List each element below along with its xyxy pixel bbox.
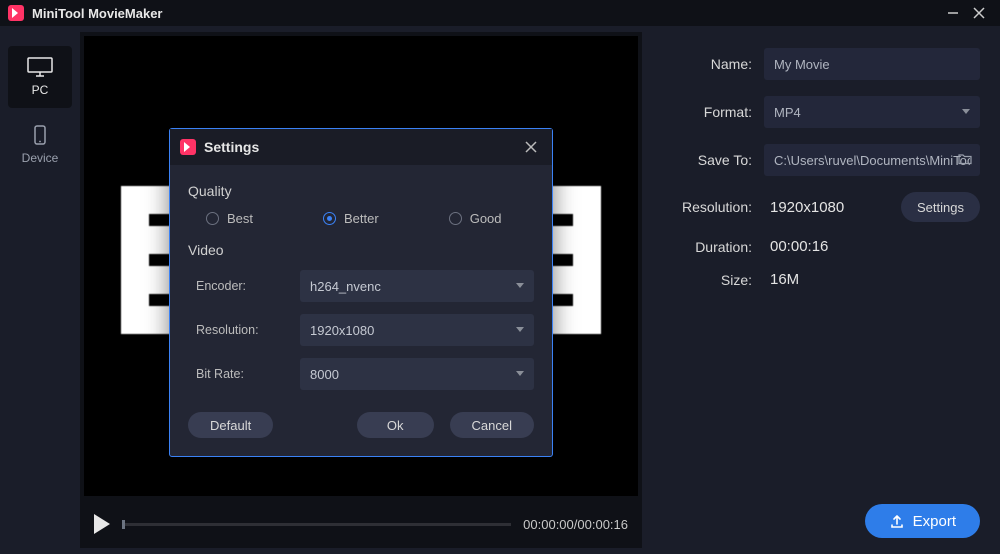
duration-value: 00:00:16	[764, 238, 980, 255]
export-button[interactable]: Export	[865, 504, 980, 538]
saveto-input[interactable]: C:\Users\ruvel\Documents\MiniTool MovieM…	[764, 144, 980, 176]
radio-label: Better	[344, 211, 379, 226]
resolution-value: 1920x1080	[764, 199, 889, 216]
app-title: MiniTool MovieMaker	[32, 6, 163, 21]
radio-label: Good	[470, 211, 502, 226]
nav-item-label: Device	[22, 151, 59, 165]
play-button[interactable]	[94, 514, 110, 534]
minimize-icon	[947, 7, 959, 19]
resolution-label: Resolution:	[656, 199, 752, 215]
bitrate-label: Bit Rate:	[196, 367, 300, 381]
format-label: Format:	[656, 104, 752, 120]
progress-handle[interactable]	[122, 520, 125, 529]
format-select[interactable]: MP4	[764, 96, 980, 128]
phone-icon	[27, 125, 53, 145]
close-icon	[525, 141, 537, 153]
radio-icon	[449, 212, 462, 225]
settings-modal: Settings Quality Best	[169, 128, 553, 457]
titlebar: MiniTool MovieMaker	[0, 0, 1000, 26]
encoder-label: Encoder:	[196, 279, 300, 293]
left-nav: PC Device	[0, 26, 80, 554]
video-section-title: Video	[188, 242, 534, 258]
name-label: Name:	[656, 56, 752, 72]
modal-title: Settings	[204, 139, 259, 155]
quality-section-title: Quality	[188, 183, 534, 199]
modal-header: Settings	[170, 129, 552, 165]
radio-icon	[323, 212, 336, 225]
player-controls: 00:00:00/00:00:16	[80, 500, 642, 548]
default-button[interactable]: Default	[188, 412, 273, 438]
resolution-settings-button[interactable]: Settings	[901, 192, 980, 222]
radio-icon	[206, 212, 219, 225]
monitor-icon	[27, 57, 53, 77]
duration-label: Duration:	[656, 239, 752, 255]
preview-area: 00:00:00/00:00:16 Settings Quality	[80, 32, 642, 548]
modal-close-button[interactable]	[520, 136, 542, 158]
saveto-label: Save To:	[656, 152, 752, 168]
quality-radio-better[interactable]: Better	[323, 211, 379, 226]
minimize-button[interactable]	[940, 0, 966, 26]
bitrate-select[interactable]: 8000	[300, 358, 534, 390]
encoder-select[interactable]: h264_nvenc	[300, 270, 534, 302]
upload-icon	[889, 513, 905, 529]
time-display: 00:00:00/00:00:16	[523, 517, 628, 532]
modal-resolution-select[interactable]: 1920x1080	[300, 314, 534, 346]
radio-label: Best	[227, 211, 253, 226]
modal-logo-icon	[180, 139, 196, 155]
nav-item-label: PC	[32, 83, 49, 97]
name-input[interactable]: My Movie	[764, 48, 980, 80]
app-logo-icon	[8, 5, 24, 21]
cancel-button[interactable]: Cancel	[450, 412, 534, 438]
nav-item-pc[interactable]: PC	[8, 46, 72, 108]
size-value: 16M	[764, 271, 980, 288]
ok-button[interactable]: Ok	[357, 412, 434, 438]
progress-bar[interactable]	[122, 523, 511, 526]
quality-radio-good[interactable]: Good	[449, 211, 502, 226]
quality-radio-best[interactable]: Best	[206, 211, 253, 226]
size-label: Size:	[656, 272, 752, 288]
export-panel: Name: My Movie Format: MP4 Save To: C:\U…	[646, 26, 1000, 554]
close-icon	[973, 7, 985, 19]
modal-resolution-label: Resolution:	[196, 323, 300, 337]
folder-icon[interactable]	[958, 152, 972, 169]
close-window-button[interactable]	[966, 0, 992, 26]
nav-item-device[interactable]: Device	[8, 114, 72, 176]
